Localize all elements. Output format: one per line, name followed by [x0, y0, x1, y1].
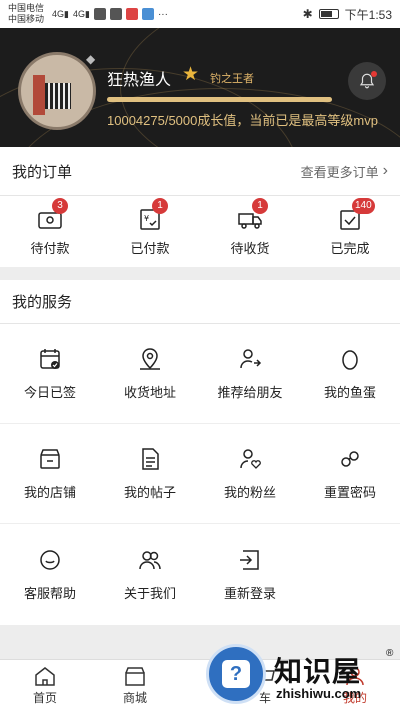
svg-text:¥: ¥	[144, 214, 149, 223]
service-customer-help[interactable]: 客服帮助	[0, 524, 100, 624]
service-label: 关于我们	[123, 585, 176, 601]
people-group-icon	[139, 550, 161, 569]
watermark-logo: ? 知识屋 ® zhishiwu.com	[200, 640, 400, 711]
tab-label: 商城	[122, 691, 147, 705]
map-pin-icon	[140, 348, 160, 370]
service-label: 收货地址	[123, 385, 176, 400]
notification-button[interactable]	[348, 62, 386, 100]
view-more-orders-label: 查看更多订单	[300, 164, 379, 180]
order-pending-payment[interactable]: 3 待付款	[0, 196, 100, 266]
service-address[interactable]: 收货地址	[100, 324, 200, 424]
tab-label: 首页	[32, 691, 57, 705]
service-label: 我的粉丝	[223, 485, 276, 500]
diamond-icon: ◆	[86, 52, 96, 66]
service-fish-eggs[interactable]: 我的鱼蛋	[300, 324, 400, 424]
watermark-domain: zhishiwu.com	[276, 686, 362, 701]
carrier-2: 中国移动	[8, 14, 45, 24]
login-icon	[240, 549, 259, 570]
service-reset-password[interactable]: 重置密码	[300, 424, 400, 524]
fans-heart-icon	[240, 449, 261, 469]
order-badge: 140	[352, 197, 375, 214]
username: 狂热渔人	[107, 72, 172, 89]
order-awaiting-delivery[interactable]: 1 待收货	[200, 196, 300, 266]
document-icon	[142, 448, 159, 470]
home-icon	[35, 667, 55, 686]
service-label: 今日已签	[23, 385, 76, 400]
bluetooth-icon: ✱	[302, 7, 313, 21]
carrier-1: 中国电信	[8, 3, 45, 13]
status-bar: 中国电信 中国移动 4G▮ 4G▮ ··· ✱ 下午1:53	[0, 0, 400, 28]
profile-header: ◆ 狂热渔人 ★ 钓之王者 10004275/5000成长值，当前已是最高等级m…	[0, 28, 400, 147]
order-badge: 1	[252, 197, 268, 214]
share-user-icon	[240, 349, 262, 369]
notification-dot	[371, 71, 377, 77]
app-notification-icon	[109, 8, 122, 20]
completed-check-icon: 140	[336, 197, 375, 232]
tab-home[interactable]: 首页	[0, 660, 90, 711]
customer-service-icon	[40, 549, 60, 570]
service-relogin[interactable]: 重新登录	[200, 524, 300, 624]
signal-icon: 4G▮	[52, 8, 69, 19]
delivery-truck-icon: 1	[236, 197, 268, 232]
service-label: 我的鱼蛋	[323, 385, 376, 400]
service-label: 重置密码	[323, 485, 376, 500]
carrier-info: 中国电信 中国移动	[8, 3, 44, 25]
signal-icon: 4G▮	[72, 8, 90, 19]
service-about-us[interactable]: 关于我们	[100, 524, 200, 624]
calendar-check-icon	[40, 349, 60, 369]
orders-section: 我的订单 查看更多订单 › 3 待付款 ¥ 1 已付款 1 待收货 140 已完…	[0, 147, 400, 267]
app-notification-icon	[125, 8, 138, 20]
service-label: 重新登录	[223, 585, 276, 601]
watermark-help-icon: ?	[206, 644, 266, 704]
status-icons: 4G▮ 4G▮ ···	[52, 8, 168, 20]
tab-store[interactable]: 商城	[90, 660, 180, 711]
order-label: 已完成	[330, 240, 370, 256]
services-title: 我的服务	[12, 294, 73, 311]
service-label: 我的帖子	[123, 485, 176, 500]
service-label: 推荐给朋友	[217, 385, 283, 400]
service-recommend[interactable]: 推荐给朋友	[200, 324, 300, 424]
level-star-icon: ★	[182, 64, 200, 85]
order-completed[interactable]: 140 已完成	[300, 196, 400, 266]
paid-receipt-icon: ¥ 1	[136, 197, 168, 232]
orders-title: 我的订单	[12, 163, 73, 181]
order-paid[interactable]: ¥ 1 已付款	[100, 196, 200, 266]
chevron-right-icon: ›	[382, 162, 388, 179]
view-more-orders-link[interactable]: 查看更多订单 ›	[301, 162, 388, 181]
app-notification-icon	[141, 8, 154, 20]
service-posts[interactable]: 我的帖子	[100, 424, 200, 524]
service-signin[interactable]: 今日已签	[0, 324, 100, 424]
watermark-title: 知识屋	[274, 655, 362, 688]
service-label: 我的店铺	[23, 485, 76, 500]
shop-icon	[40, 449, 60, 469]
order-label: 已付款	[130, 240, 170, 256]
avatar[interactable]	[18, 52, 96, 130]
store-icon	[125, 667, 145, 686]
egg-icon	[342, 350, 358, 370]
services-section: 我的服务 今日已签 收货地址 推荐给朋友 我的鱼蛋 我的店铺 我的帖子 我的粉丝…	[0, 280, 400, 625]
growth-text: 10004275/5000成长值，当前已是最高等级mvp	[107, 113, 378, 128]
growth-progress-bar	[107, 97, 332, 102]
clock: 下午1:53	[344, 7, 392, 22]
order-badge: 1	[152, 197, 168, 214]
order-label: 待付款	[30, 240, 70, 256]
wallet-icon: 3	[36, 197, 68, 232]
registered-mark: ®	[386, 648, 394, 659]
app-notification-icon	[93, 8, 106, 20]
service-empty-cell	[300, 524, 400, 624]
service-label: 客服帮助	[23, 585, 76, 601]
battery-icon	[318, 9, 339, 19]
level-title: 钓之王者	[210, 73, 254, 85]
order-badge: 3	[52, 197, 68, 214]
order-label: 待收货	[230, 240, 270, 256]
service-fans[interactable]: 我的粉丝	[200, 424, 300, 524]
more-dots-icon: ···	[157, 8, 168, 20]
service-shop[interactable]: 我的店铺	[0, 424, 100, 524]
key-reset-icon	[341, 451, 359, 467]
